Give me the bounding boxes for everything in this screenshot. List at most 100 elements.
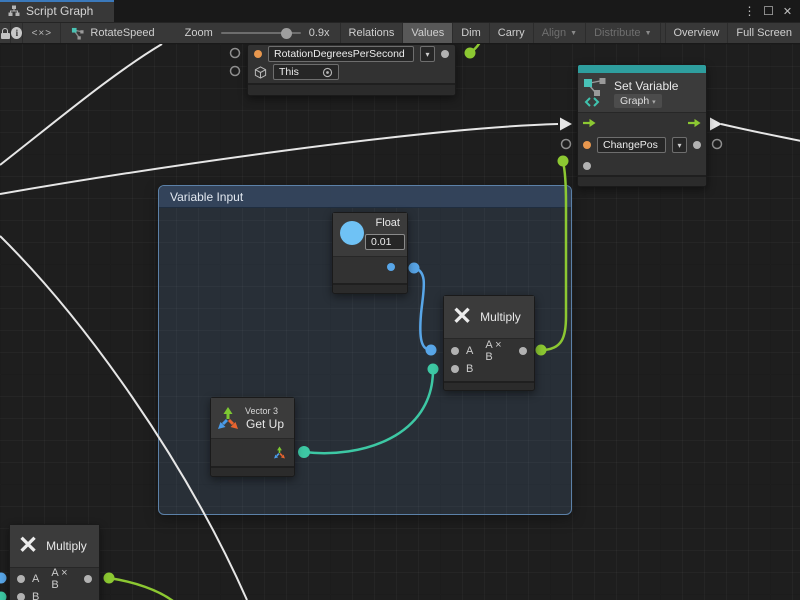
port-result-output[interactable]: [519, 347, 527, 355]
dropdown-arrow-icon[interactable]: ▾: [672, 137, 687, 153]
node-header[interactable]: Vector 3 Get Up: [211, 398, 294, 439]
code-view-button[interactable]: <×>: [23, 23, 61, 43]
group-header[interactable]: Variable Input: [159, 186, 571, 208]
node-float-literal[interactable]: Float 0.01: [332, 212, 408, 294]
toolbar-toggle-buttons: Relations Values Dim Carry Align ▼ Distr…: [340, 23, 800, 43]
wire-dot[interactable]: [0, 573, 7, 584]
tab-title: Script Graph: [26, 4, 93, 18]
port-variable-name[interactable]: [254, 50, 262, 58]
wire-dot[interactable]: [558, 156, 569, 167]
zoom-value: 0.9x: [309, 27, 330, 39]
vector3-port-icon: [273, 446, 286, 459]
node-header[interactable]: ✕ Multiply: [444, 296, 534, 339]
node-title: Set Variable: [614, 79, 678, 93]
carry-button[interactable]: Carry: [490, 23, 534, 43]
wire-white-to-set-variable: [0, 124, 558, 194]
port-a-input[interactable]: [451, 347, 459, 355]
port-value-output[interactable]: [441, 50, 449, 58]
node-footer: [578, 175, 706, 186]
lock-icon: [1, 28, 10, 39]
port-a-label: A: [466, 345, 473, 357]
info-icon: [11, 27, 22, 39]
port-b-input[interactable]: [17, 593, 25, 600]
window-close-icon[interactable]: ✕: [779, 5, 796, 18]
node-footer: [248, 83, 455, 95]
port-b-input[interactable]: [451, 365, 459, 373]
float-type-icon: [340, 221, 364, 245]
script-graph-asset-icon: [71, 27, 84, 40]
port-ring[interactable]: [231, 49, 240, 58]
target-object-value: This: [279, 65, 299, 79]
node-multiply-2[interactable]: ✕ Multiply A A × B B: [9, 524, 100, 600]
variable-scope-dropdown[interactable]: Graph ▾: [614, 94, 662, 108]
port-result-output[interactable]: [84, 575, 92, 583]
wire-dot[interactable]: [104, 573, 115, 584]
port-b-label: B: [32, 591, 39, 600]
set-variable-icon: [583, 77, 609, 107]
node-get-variable[interactable]: RotationDegreesPerSecond ▾ This: [247, 44, 456, 96]
node-multiply[interactable]: ✕ Multiply A A × B B: [443, 295, 535, 391]
node-set-variable[interactable]: Set Variable Graph ▾ ChangePos: [577, 64, 707, 187]
variable-name-dropdown[interactable]: RotationDegreesPerSecond: [268, 46, 414, 62]
node-title: Multiply: [480, 310, 521, 324]
tab-bar: Script Graph ⋮ ☐ ✕: [0, 0, 800, 22]
script-graph-window: Script Graph ⋮ ☐ ✕ <×> RotateS: [0, 0, 800, 600]
full-screen-button[interactable]: Full Screen: [728, 23, 800, 43]
port-ring[interactable]: [713, 140, 722, 149]
port-float-output[interactable]: [387, 263, 395, 271]
node-header[interactable]: ✕ Multiply: [10, 525, 99, 568]
port-output-value[interactable]: [693, 141, 701, 149]
node-accent-bar: [578, 65, 706, 73]
window-maximize-icon[interactable]: ☐: [760, 4, 777, 18]
port-ring[interactable]: [562, 140, 571, 149]
port-ring[interactable]: [231, 67, 240, 76]
distribute-dropdown[interactable]: Distribute ▼: [586, 23, 660, 43]
zoom-slider-handle[interactable]: [281, 28, 292, 39]
code-icon: <×>: [32, 28, 53, 39]
relations-button[interactable]: Relations: [341, 23, 404, 43]
wire-get-variable-out: [470, 44, 480, 53]
vector3-axes-icon: [216, 406, 240, 430]
port-input-extra[interactable]: [583, 162, 591, 170]
zoom-control: Zoom 0.9x: [163, 23, 340, 43]
values-button[interactable]: Values: [403, 23, 453, 43]
wire-dot[interactable]: [465, 48, 476, 59]
wire-white-out-right: [721, 124, 800, 141]
flow-output-arrow-icon[interactable]: [688, 118, 701, 128]
node-footer: [333, 283, 407, 293]
node-header[interactable]: Set Variable Graph ▾: [578, 73, 706, 113]
dropdown-arrow-icon: ▾: [652, 99, 656, 106]
window-controls: ⋮ ☐ ✕: [741, 0, 800, 22]
zoom-label: Zoom: [185, 27, 213, 39]
graph-breadcrumb[interactable]: RotateSpeed: [61, 23, 162, 43]
variable-name-field[interactable]: ChangePos: [597, 137, 666, 153]
wire-multiply2-out: [109, 578, 173, 600]
graph-canvas[interactable]: Variable Input: [0, 44, 800, 600]
node-type-label: Vector 3: [245, 406, 278, 416]
port-a-input[interactable]: [17, 575, 25, 583]
info-button[interactable]: [11, 23, 23, 43]
tab-active-highlight: [0, 0, 114, 2]
port-new-value[interactable]: [583, 141, 591, 149]
node-header[interactable]: Float 0.01: [333, 213, 407, 257]
object-picker-icon[interactable]: [322, 67, 333, 78]
node-vector3-get-up[interactable]: Vector 3 Get Up: [210, 397, 295, 477]
node-title: Float: [376, 217, 400, 229]
graph-toolbar: <×> RotateSpeed Zoom 0.9x Relations Valu…: [0, 22, 800, 44]
chevron-down-icon: ▼: [570, 30, 577, 37]
wire-dot[interactable]: [0, 592, 7, 600]
dim-button[interactable]: Dim: [453, 23, 490, 43]
tab-script-graph[interactable]: Script Graph: [0, 0, 114, 22]
float-value-input[interactable]: 0.01: [365, 234, 405, 250]
port-vector3-output[interactable]: [273, 446, 286, 464]
dropdown-arrow-icon[interactable]: ▾: [420, 46, 435, 62]
flow-input-arrow-icon[interactable]: [583, 118, 596, 128]
window-menu-icon[interactable]: ⋮: [741, 4, 758, 18]
zoom-slider[interactable]: [221, 32, 301, 34]
scope-value: Graph: [620, 95, 649, 107]
overview-button[interactable]: Overview: [666, 23, 729, 43]
wire-white-upleft: [0, 44, 162, 165]
align-dropdown[interactable]: Align ▼: [534, 23, 586, 43]
target-object-field[interactable]: This: [273, 64, 339, 80]
lock-button[interactable]: [0, 23, 11, 43]
